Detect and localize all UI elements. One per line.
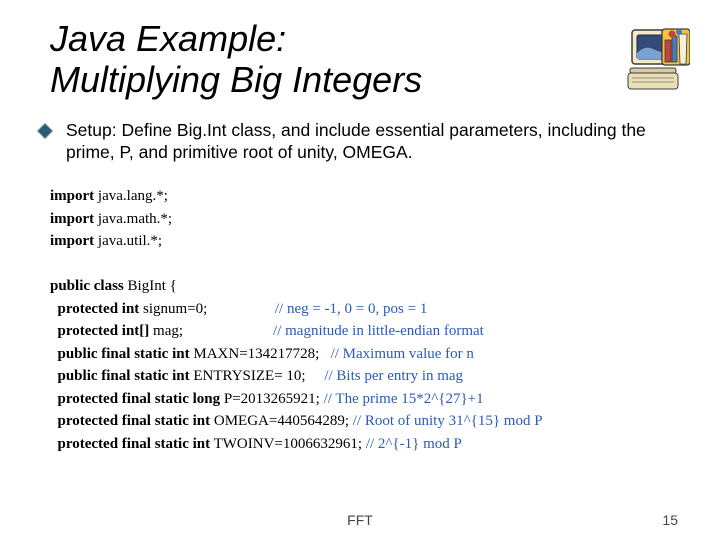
comment: // Root of unity 31^{15} mod P xyxy=(353,413,543,429)
comment: // Maximum value for n xyxy=(331,346,474,362)
keyword: import xyxy=(50,188,94,204)
bullet-item: Setup: Define Big.Int class, and include… xyxy=(40,120,680,164)
code-text: ENTRYSIZE= 10; xyxy=(193,368,305,384)
comment: // The prime 15*2^{27}+1 xyxy=(324,391,484,407)
code-text: mag; xyxy=(153,323,183,339)
keyword: public final static int xyxy=(58,368,190,384)
code-text: signum=0; xyxy=(143,301,207,317)
page-title: Java Example: Multiplying Big Integers xyxy=(50,18,422,101)
keyword: protected final static int xyxy=(58,413,211,429)
code-text: OMEGA=440564289; xyxy=(214,413,349,429)
bullet-diamond-icon xyxy=(38,124,52,138)
footer-label: FFT xyxy=(0,512,720,528)
code-text: BigInt { xyxy=(128,278,177,294)
keyword: public final static int xyxy=(58,346,190,362)
keyword: import xyxy=(50,233,94,249)
comment: // 2^{-1} mod P xyxy=(366,436,462,452)
code-text: P=2013265921; xyxy=(224,391,320,407)
keyword: protected final static int xyxy=(58,436,211,452)
bullet-text: Setup: Define Big.Int class, and include… xyxy=(66,120,680,164)
code-text: MAXN=134217728; xyxy=(193,346,319,362)
keyword: protected final static long xyxy=(58,391,221,407)
comment: // magnitude in little-endian format xyxy=(273,323,484,339)
code-text: java.math.*; xyxy=(98,211,172,227)
title-line-1: Java Example: xyxy=(50,18,286,59)
keyword: protected int[] xyxy=(58,323,150,339)
code-text: java.util.*; xyxy=(98,233,162,249)
code-text: TWOINV=1006632961; xyxy=(214,436,362,452)
page-number: 15 xyxy=(662,512,678,528)
computer-clipart-icon xyxy=(624,24,690,104)
keyword: import xyxy=(50,211,94,227)
comment: // Bits per entry in mag xyxy=(324,368,463,384)
title-line-2: Multiplying Big Integers xyxy=(50,59,422,100)
code-block: import java.lang.*; import java.math.*; … xyxy=(50,185,543,455)
comment: // neg = -1, 0 = 0, pos = 1 xyxy=(275,301,427,317)
code-text: java.lang.*; xyxy=(98,188,168,204)
keyword: protected int xyxy=(58,301,140,317)
keyword: public class xyxy=(50,278,124,294)
